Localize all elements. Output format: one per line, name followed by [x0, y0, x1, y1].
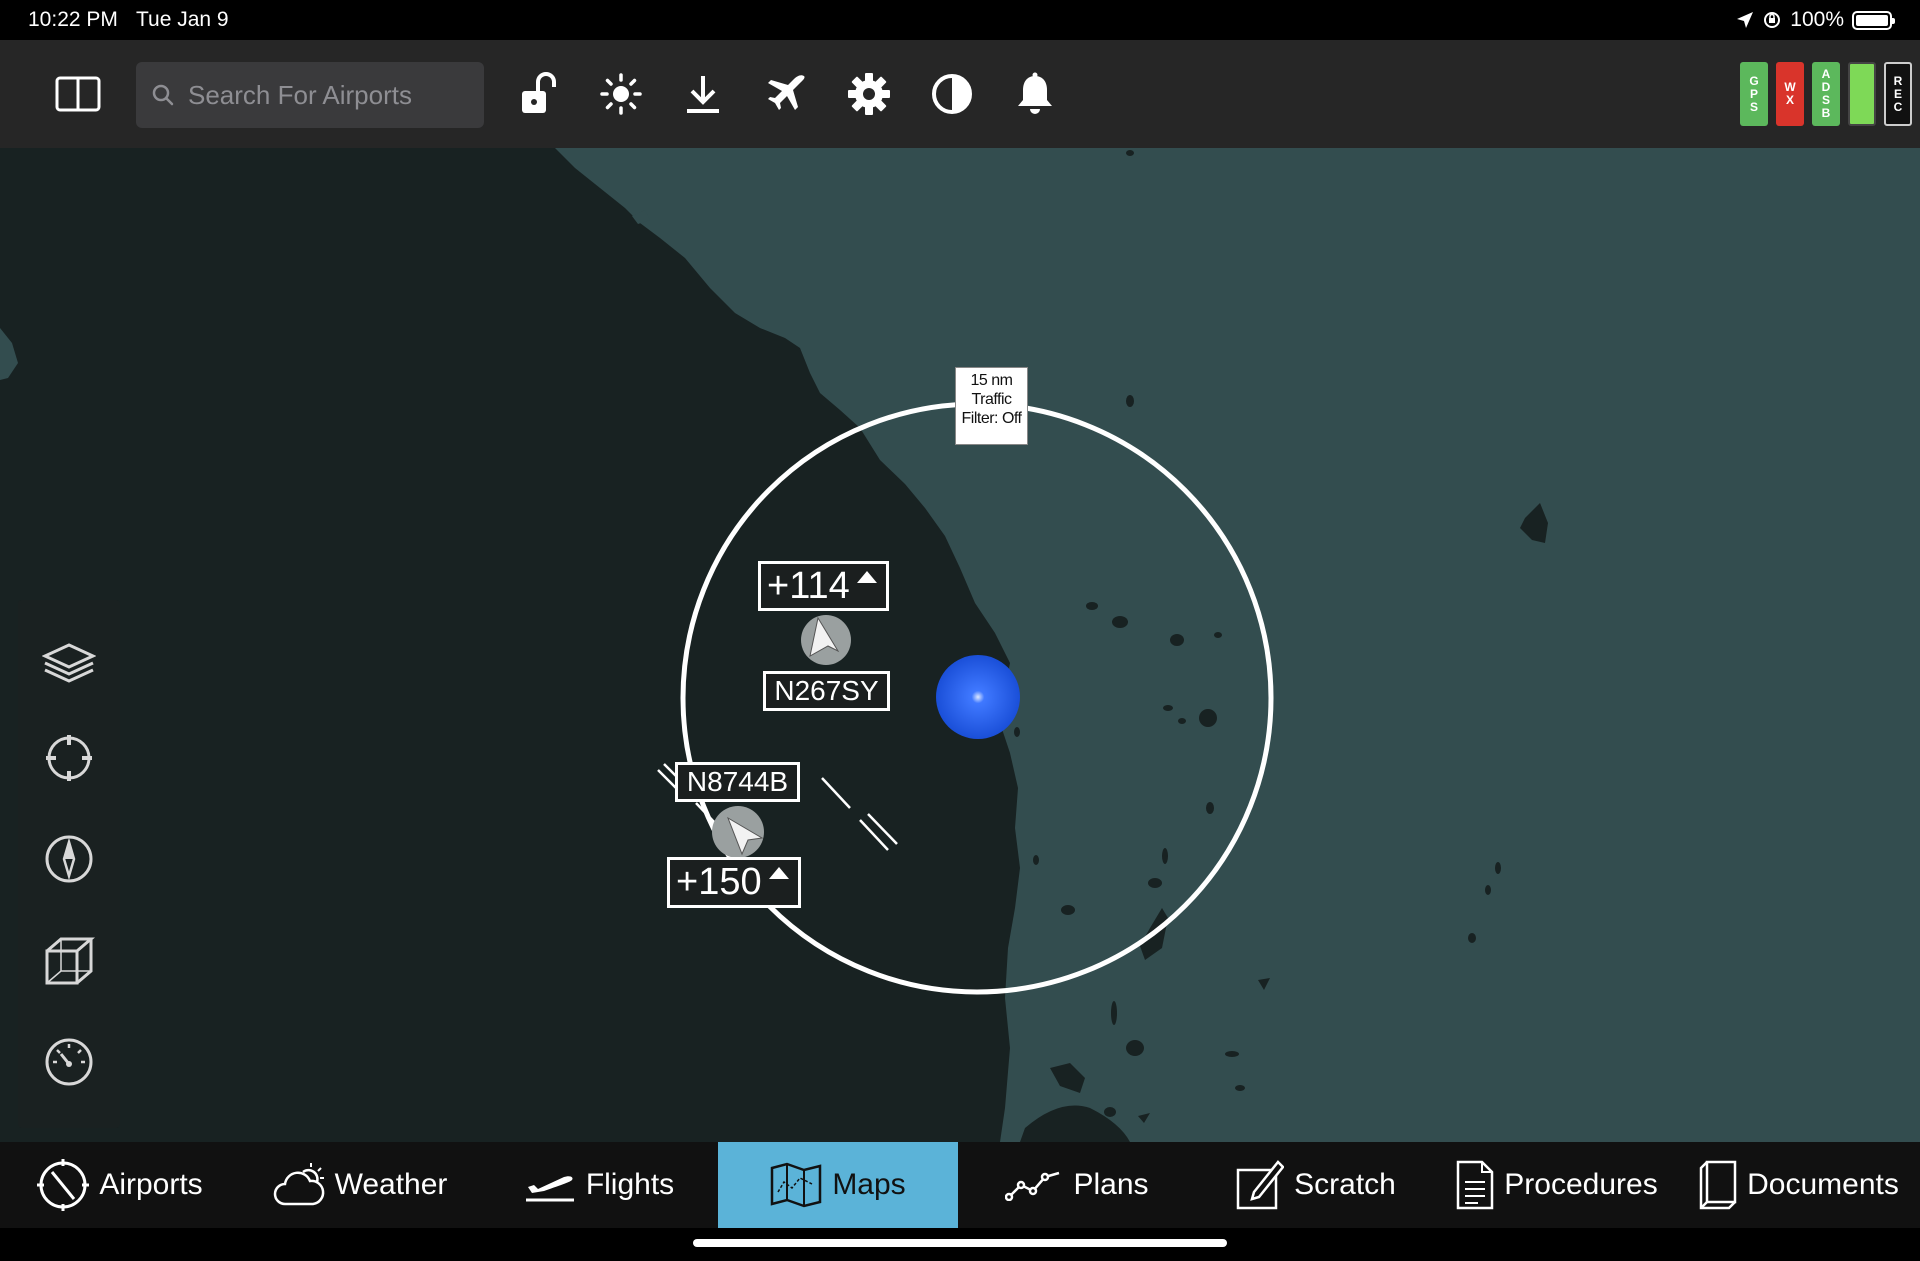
- home-indicator[interactable]: [693, 1239, 1227, 1247]
- traffic-2-altitude: +150: [676, 861, 762, 903]
- tab-procedures-label: Procedures: [1504, 1168, 1658, 1201]
- search-field[interactable]: [136, 62, 484, 128]
- crosshair-icon[interactable]: [40, 729, 98, 787]
- status-date: Tue Jan 9: [136, 8, 229, 31]
- device-battery-pill[interactable]: [1848, 62, 1876, 126]
- traffic-2-altitude-label: +150: [667, 857, 801, 908]
- map-terrain[interactable]: [0, 148, 1920, 1142]
- bottom-tab-bar: Airports Weather Flights Maps Plans Scra…: [0, 1142, 1920, 1228]
- airplane-icon[interactable]: [760, 68, 812, 120]
- traffic-1-altitude: +114: [767, 564, 850, 607]
- tab-weather[interactable]: Weather: [240, 1142, 480, 1228]
- top-toolbar: GPS WX ADSB REC: [0, 40, 1920, 148]
- unlock-icon[interactable]: [514, 68, 566, 120]
- tab-maps[interactable]: Maps: [718, 1142, 958, 1228]
- traffic-1-altitude-label: +114: [758, 561, 889, 611]
- map-tool-rail: [18, 600, 120, 1128]
- tab-airports-label: Airports: [99, 1168, 203, 1201]
- map-icon: [771, 1162, 822, 1208]
- bell-icon[interactable]: [1009, 68, 1061, 120]
- book-icon: [1699, 1160, 1737, 1210]
- tab-plans[interactable]: Plans: [958, 1142, 1196, 1228]
- ring-filter-text: Filter: Off: [961, 410, 1023, 427]
- tab-flights-label: Flights: [585, 1168, 675, 1201]
- compass-icon[interactable]: [40, 830, 98, 888]
- document-lines-icon: [1457, 1160, 1494, 1210]
- gauge-icon[interactable]: [40, 1033, 98, 1091]
- tab-scratch[interactable]: Scratch: [1196, 1142, 1436, 1228]
- tab-scratch-label: Scratch: [1294, 1168, 1396, 1201]
- climb-arrow-icon: [857, 571, 877, 583]
- tab-weather-label: Weather: [334, 1168, 448, 1201]
- battery-percent: 100%: [1790, 8, 1844, 31]
- search-icon: [152, 84, 174, 106]
- departing-plane-icon: [525, 1176, 574, 1202]
- status-right: 100%: [1736, 8, 1895, 32]
- ring-range-text: 15 nm: [970, 372, 1013, 389]
- brightness-icon[interactable]: [595, 68, 647, 120]
- traffic-2-tail: N8744B: [686, 766, 789, 797]
- download-icon[interactable]: [677, 68, 729, 120]
- location-arrow-icon: [1737, 12, 1754, 28]
- status-bar: 10:22 PM Tue Jan 9 100%: [0, 0, 1920, 40]
- tab-maps-label: Maps: [832, 1168, 906, 1201]
- moving-map[interactable]: 15 nm Traffic Filter: Off +114 N267SY N8…: [0, 148, 1920, 1142]
- gps-status-pill[interactable]: GPS: [1740, 62, 1768, 126]
- route-icon: [1005, 1171, 1060, 1201]
- airport-icon: [37, 1159, 90, 1211]
- ownship-marker: [936, 655, 1020, 739]
- layers-icon[interactable]: [40, 634, 98, 692]
- pencil-square-icon: [1236, 1160, 1285, 1210]
- gear-icon[interactable]: [843, 68, 895, 120]
- tab-documents[interactable]: Documents: [1678, 1142, 1920, 1228]
- battery-icon: [1852, 10, 1895, 30]
- cloud-sun-icon: [273, 1163, 324, 1206]
- status-time: 10:22 PM: [28, 8, 118, 31]
- sidebar-toggle-icon[interactable]: [52, 68, 104, 120]
- contrast-icon[interactable]: [926, 68, 978, 120]
- adsb-status-pill[interactable]: ADSB: [1812, 62, 1840, 126]
- tab-plans-label: Plans: [1073, 1168, 1149, 1201]
- cube-3d-icon[interactable]: [40, 932, 98, 990]
- device-status-pills: GPS WX ADSB REC: [1740, 62, 1912, 126]
- tab-documents-label: Documents: [1747, 1168, 1899, 1201]
- wx-status-pill[interactable]: WX: [1776, 62, 1804, 126]
- traffic-ring-label[interactable]: 15 nm Traffic Filter: Off: [955, 367, 1028, 445]
- tab-flights[interactable]: Flights: [480, 1142, 718, 1228]
- search-input[interactable]: [188, 79, 468, 111]
- traffic-1-tail-label: N267SY: [763, 671, 890, 711]
- traffic-2-tail-label: N8744B: [675, 762, 800, 802]
- ring-traffic-text: Traffic: [971, 391, 1012, 408]
- traffic-1-tail: N267SY: [774, 675, 879, 706]
- rec-status-pill[interactable]: REC: [1884, 62, 1912, 126]
- orientation-lock-icon: [1764, 12, 1781, 28]
- tab-procedures[interactable]: Procedures: [1436, 1142, 1678, 1228]
- tab-airports[interactable]: Airports: [0, 1142, 240, 1228]
- climb-arrow-icon: [769, 867, 789, 879]
